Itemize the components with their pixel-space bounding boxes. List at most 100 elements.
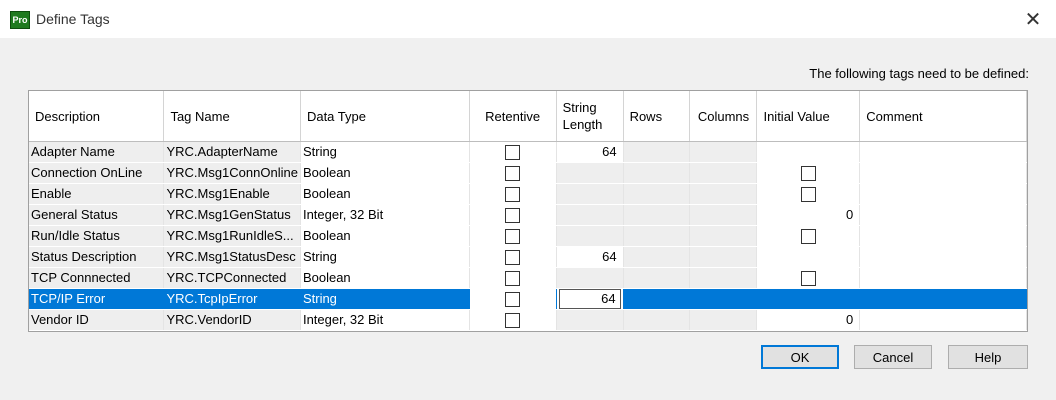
comment-cell[interactable] — [859, 141, 1027, 163]
retentive-cell[interactable] — [469, 204, 557, 226]
initial-value-cell[interactable]: 0 — [756, 309, 861, 331]
retentive-cell[interactable] — [469, 225, 557, 247]
data-type-cell[interactable]: Boolean — [300, 183, 470, 205]
initial-value-cell[interactable] — [756, 183, 861, 205]
initial-value-checkbox[interactable] — [800, 187, 816, 203]
data-type-cell[interactable]: Integer, 32 Bit — [300, 309, 470, 331]
retentive-cell[interactable] — [469, 267, 557, 289]
retentive-checkbox[interactable] — [505, 271, 521, 287]
retentive-checkbox[interactable] — [505, 208, 521, 224]
retentive-checkbox[interactable] — [505, 229, 521, 245]
initial-value-cell[interactable] — [756, 225, 861, 247]
retentive-cell[interactable] — [469, 183, 557, 205]
cancel-button[interactable]: Cancel — [854, 345, 932, 369]
string-length-input[interactable]: 64 — [558, 289, 621, 309]
rows-cell — [623, 246, 691, 268]
rows-cell — [623, 204, 691, 226]
rows-cell — [623, 183, 691, 205]
comment-cell[interactable] — [859, 288, 1027, 310]
columns-cell — [689, 246, 758, 268]
title-bar: Pro Define Tags ✕ — [0, 0, 1056, 38]
columns-cell — [689, 141, 758, 163]
retentive-checkbox[interactable] — [505, 166, 521, 182]
table-row[interactable]: Enable YRC.Msg1Enable Boolean — [29, 183, 1027, 205]
tags-grid: Description Tag Name Data Type Retentive… — [28, 90, 1028, 332]
column-header-string-length[interactable]: String Length — [556, 91, 624, 142]
description-cell: TCP Connnected — [29, 267, 165, 289]
string-length-cell[interactable]: 64 — [556, 246, 624, 268]
string-length-cell[interactable]: 64 — [556, 288, 624, 310]
data-type-cell[interactable]: String — [300, 288, 470, 310]
retentive-checkbox[interactable] — [505, 250, 521, 266]
column-header-rows[interactable]: Rows — [623, 91, 691, 142]
help-button[interactable]: Help — [948, 345, 1028, 369]
comment-cell[interactable] — [859, 162, 1027, 184]
data-type-cell[interactable]: Boolean — [300, 267, 470, 289]
columns-cell — [689, 267, 758, 289]
data-type-cell[interactable]: String — [300, 141, 470, 163]
retentive-checkbox[interactable] — [505, 292, 521, 308]
table-row[interactable]: Connection OnLine YRC.Msg1ConnOnline Boole… — [29, 162, 1027, 184]
table-row[interactable]: TCP/IP Error YRC.TcpIpError String 64 — [29, 288, 1027, 310]
column-header-retentive[interactable]: Retentive — [469, 91, 557, 142]
retentive-checkbox[interactable] — [505, 145, 521, 161]
column-header-data-type[interactable]: Data Type — [300, 91, 470, 142]
columns-cell — [689, 225, 758, 247]
close-icon[interactable]: ✕ — [1020, 6, 1046, 32]
string-length-cell — [556, 267, 624, 289]
rows-cell — [623, 309, 691, 331]
data-type-cell[interactable]: Integer, 32 Bit — [300, 204, 470, 226]
tag-name-cell: YRC.Msg1RunIdleS... — [163, 225, 301, 247]
initial-value-cell[interactable] — [756, 267, 861, 289]
column-header-description[interactable]: Description — [29, 91, 165, 142]
header-row: Description Tag Name Data Type Retentive… — [29, 91, 1027, 142]
comment-cell[interactable] — [859, 309, 1027, 331]
comment-cell[interactable] — [859, 183, 1027, 205]
columns-cell — [689, 288, 758, 310]
column-header-initial-value[interactable]: Initial Value — [756, 91, 861, 142]
table-row[interactable]: Vendor ID YRC.VendorID Integer, 32 Bit 0 — [29, 309, 1027, 331]
prompt-text: The following tags need to be defined: — [809, 66, 1029, 81]
comment-cell[interactable] — [859, 267, 1027, 289]
initial-value-checkbox[interactable] — [800, 229, 816, 245]
description-cell: Status Description — [29, 246, 165, 268]
column-header-tag-name[interactable]: Tag Name — [163, 91, 301, 142]
retentive-cell[interactable] — [469, 246, 557, 268]
comment-cell[interactable] — [859, 225, 1027, 247]
string-length-cell[interactable]: 64 — [556, 141, 624, 163]
rows-cell — [623, 225, 691, 247]
initial-value-cell[interactable] — [756, 162, 861, 184]
retentive-checkbox[interactable] — [505, 313, 521, 329]
initial-value-cell[interactable] — [756, 246, 861, 268]
table-row[interactable]: Adapter Name YRC.AdapterName String 64 — [29, 141, 1027, 163]
retentive-checkbox[interactable] — [505, 187, 521, 203]
data-type-cell[interactable]: Boolean — [300, 162, 470, 184]
tag-name-cell: YRC.Msg1StatusDesc — [163, 246, 301, 268]
description-cell: Enable — [29, 183, 165, 205]
description-cell: General Status — [29, 204, 165, 226]
table-row[interactable]: General Status YRC.Msg1GenStatus Integer, … — [29, 204, 1027, 226]
table-row[interactable]: Run/Idle Status YRC.Msg1RunIdleS... Boolea… — [29, 225, 1027, 247]
retentive-cell[interactable] — [469, 288, 557, 310]
data-type-cell[interactable]: Boolean — [300, 225, 470, 247]
column-header-columns[interactable]: Columns — [689, 91, 758, 142]
retentive-cell[interactable] — [469, 309, 557, 331]
data-type-cell[interactable]: String — [300, 246, 470, 268]
ok-button[interactable]: OK — [761, 345, 839, 369]
initial-value-checkbox[interactable] — [800, 271, 816, 287]
rows-cell — [623, 288, 691, 310]
description-cell: Vendor ID — [29, 309, 165, 331]
initial-value-checkbox[interactable] — [800, 166, 816, 182]
retentive-cell[interactable] — [469, 162, 557, 184]
tags-table: Description Tag Name Data Type Retentive… — [29, 91, 1027, 331]
initial-value-cell[interactable]: 0 — [756, 204, 861, 226]
comment-cell[interactable] — [859, 204, 1027, 226]
table-row[interactable]: TCP Connnected YRC.TCPConnected Boolean — [29, 267, 1027, 289]
table-row[interactable]: Status Description YRC.Msg1StatusDesc Stri… — [29, 246, 1027, 268]
comment-cell[interactable] — [859, 246, 1027, 268]
description-cell: TCP/IP Error — [29, 288, 165, 310]
initial-value-cell[interactable] — [756, 288, 861, 310]
initial-value-cell[interactable] — [756, 141, 861, 163]
retentive-cell[interactable] — [469, 141, 557, 163]
column-header-comment[interactable]: Comment — [859, 91, 1027, 142]
